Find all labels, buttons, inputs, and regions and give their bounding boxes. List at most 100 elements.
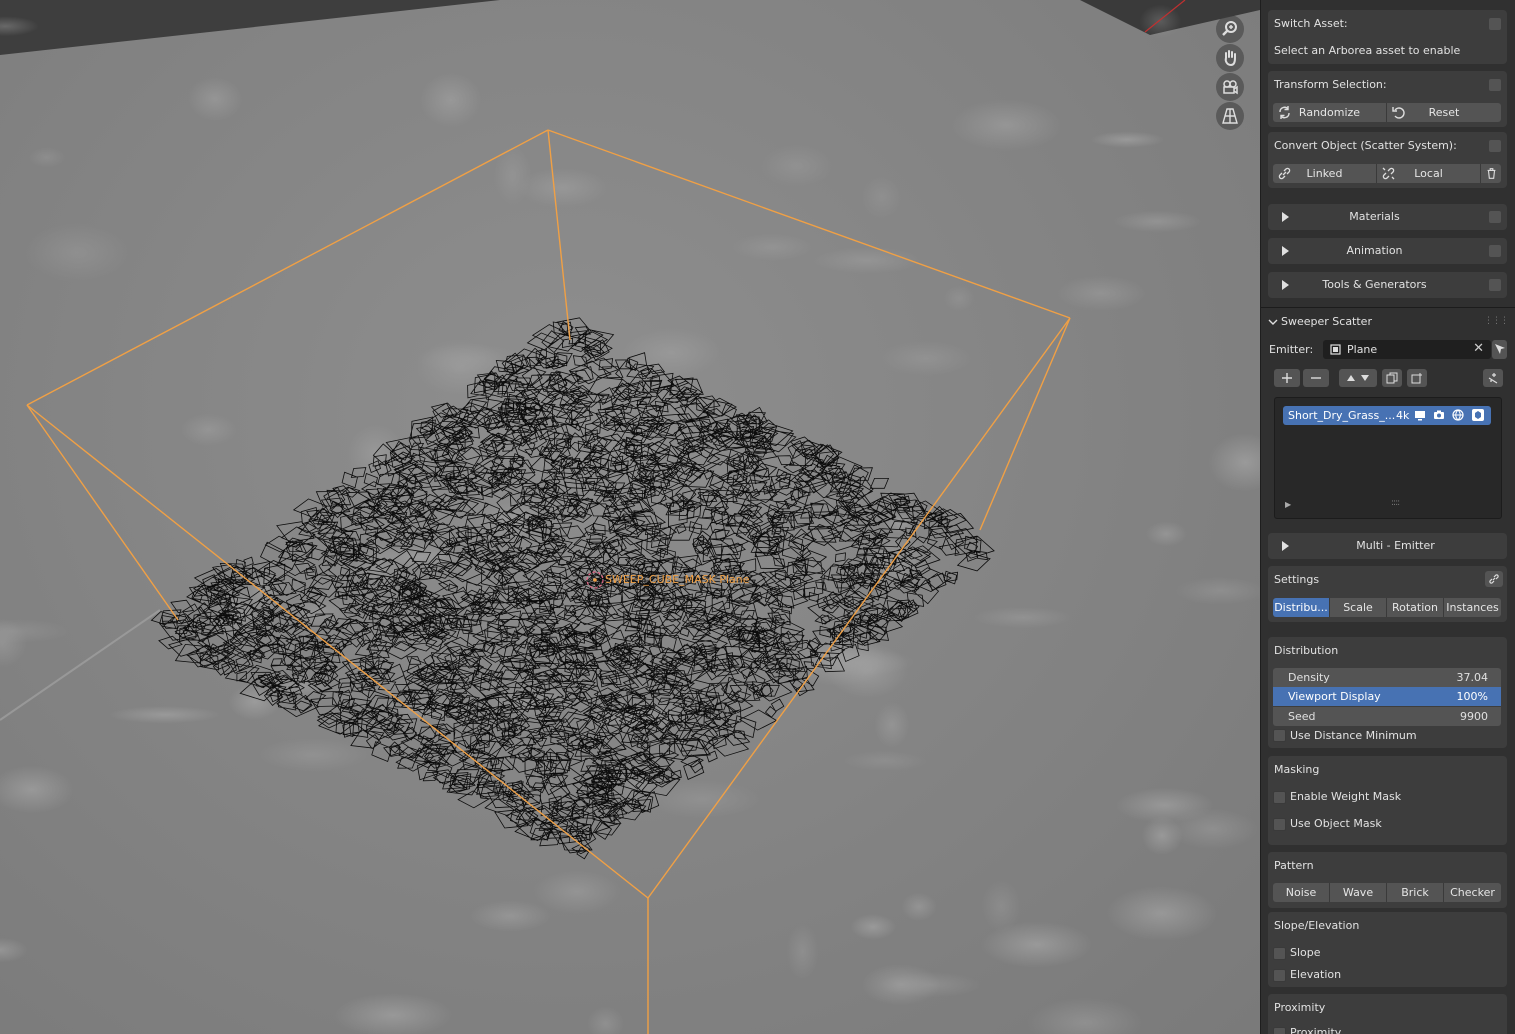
sweeper-scatter-header[interactable]: Sweeper Scatter ⋮⋮⋮ [1261,310,1515,334]
tab-rotation-label: Rotation [1391,601,1438,614]
scatter-list[interactable]: Short_Dry_Grass_... 4k ▶ :::: [1274,397,1502,519]
randomize-label: Randomize [1298,106,1361,119]
density-value: 37.04 [1456,671,1489,684]
seed-field[interactable]: Seed 9900 [1273,707,1501,726]
pin-icon[interactable] [1489,140,1501,152]
pattern-title: Pattern [1274,859,1314,872]
camera-icon[interactable] [1216,73,1244,101]
enable-weight-mask-checkbox[interactable] [1273,791,1286,804]
list-item[interactable]: Short_Dry_Grass_... 4k [1283,406,1491,425]
minus-icon [1311,377,1321,379]
reset-button[interactable]: Reset [1387,103,1501,122]
scene-canvas: SWEEP_CUBE_MASK Plane [0,0,1260,1034]
resize-grip-icon[interactable]: :::: [1391,498,1400,508]
move-up-down-buttons[interactable] [1339,369,1377,387]
pin-icon[interactable] [1489,18,1501,30]
brick-label: Brick [1401,886,1429,899]
viewport-display-label: Viewport Display [1288,690,1381,703]
cube-icon[interactable] [1471,408,1485,422]
elevation-checkbox[interactable] [1273,969,1286,982]
list-item-count: 4k [1396,409,1410,422]
proximity-checkbox[interactable] [1273,1027,1286,1034]
masking-panel: Masking Enable Weight Mask Use Object Ma… [1268,756,1507,845]
slope-label: Slope [1290,946,1321,959]
undo-icon [1392,107,1405,119]
noise-button[interactable]: Noise [1273,883,1330,902]
copy-icon [1386,372,1398,384]
use-object-mask-checkbox[interactable] [1273,818,1286,831]
pin-icon[interactable] [1489,79,1501,91]
render-camera-icon[interactable] [1433,409,1445,421]
convert-object-title: Convert Object (Scatter System): [1274,139,1457,152]
up-down-arrows-icon [1347,375,1369,381]
proximity-panel: Proximity Proximity [1268,994,1507,1034]
unlink-icon [1382,167,1395,180]
tab-instances[interactable]: Instances [1444,598,1501,617]
pattern-buttons: Noise Wave Brick Checker [1273,883,1501,902]
clear-x-icon[interactable]: ✕ [1473,341,1484,356]
pin-icon[interactable] [1489,211,1501,223]
distribution-panel: Distribution Density 37.04 Viewport Disp… [1268,637,1507,748]
slope-elevation-title: Slope/Elevation [1274,919,1360,932]
expand-filter-icon[interactable]: ▶ [1285,500,1291,509]
mesh-object-icon [1330,344,1341,355]
sparkle-icon [1488,373,1498,384]
3d-viewport[interactable]: SWEEP_CUBE_MASK Plane [0,0,1260,1034]
tab-rotation[interactable]: Rotation [1387,598,1444,617]
pin-icon[interactable] [1489,245,1501,257]
settings-link-button[interactable] [1485,571,1503,587]
materials-panel-header[interactable]: Materials [1268,204,1507,230]
distribution-title: Distribution [1274,644,1339,657]
switch-asset-title: Switch Asset: [1274,17,1348,30]
drag-handle-icon[interactable]: ⋮⋮⋮ [1484,316,1509,326]
wave-label: Wave [1342,886,1374,899]
seed-value: 9900 [1460,710,1488,723]
masking-title: Masking [1274,763,1320,776]
viewport-display-field[interactable]: Viewport Display 100% [1273,687,1501,706]
linked-label: Linked [1306,167,1343,180]
delete-button[interactable] [1481,164,1501,183]
remove-item-button[interactable] [1303,369,1329,387]
transform-buttons: Randomize Reset [1273,103,1501,122]
list-item-name: Short_Dry_Grass_... [1288,409,1396,422]
object-name-label: SWEEP_CUBE_MASK Plane [605,573,750,586]
multi-emitter-panel-header[interactable]: Multi - Emitter [1268,533,1507,559]
pin-icon[interactable] [1489,279,1501,291]
tools-generators-panel-header[interactable]: Tools & Generators [1268,272,1507,298]
globe-icon[interactable] [1452,409,1464,421]
linked-button[interactable]: Linked [1273,164,1377,183]
proximity-label: Proximity [1290,1026,1342,1034]
zoom-icon[interactable] [1216,15,1244,43]
density-label: Density [1288,671,1330,684]
emitter-field[interactable]: Plane ✕ [1323,340,1491,359]
add-collection-button[interactable] [1407,369,1427,387]
perspective-grid-icon[interactable] [1216,102,1244,130]
local-label: Local [1414,167,1443,180]
tab-distribution-label: Distribu... [1274,601,1328,614]
duplicate-button[interactable] [1382,369,1402,387]
wave-button[interactable]: Wave [1330,883,1387,902]
brick-button[interactable]: Brick [1387,883,1444,902]
add-item-button[interactable] [1274,369,1300,387]
animation-panel-header[interactable]: Animation [1268,238,1507,264]
monitor-icon[interactable] [1414,409,1426,421]
switch-asset-hint: Select an Arborea asset to enable [1274,44,1461,57]
animation-title: Animation [1346,244,1403,257]
use-distance-minimum-checkbox[interactable] [1273,729,1286,742]
pan-hand-icon[interactable] [1216,44,1244,72]
tab-distribution[interactable]: Distribu... [1273,598,1330,617]
randomize-button[interactable]: Randomize [1273,103,1387,122]
eyedropper-button[interactable] [1492,340,1507,359]
checker-label: Checker [1450,886,1495,899]
local-button[interactable]: Local [1377,164,1481,183]
pattern-panel: Pattern Noise Wave Brick Checker [1268,852,1507,908]
proximity-title: Proximity [1274,1001,1326,1014]
plus-icon [1282,373,1292,383]
slope-checkbox[interactable] [1273,947,1286,960]
tab-scale[interactable]: Scale [1330,598,1387,617]
link-icon [1489,574,1499,584]
scatter-settings-button[interactable] [1483,369,1503,387]
density-field[interactable]: Density 37.04 [1273,668,1501,687]
checker-button[interactable]: Checker [1444,883,1501,902]
collapse-chevron-icon[interactable] [1268,317,1278,327]
